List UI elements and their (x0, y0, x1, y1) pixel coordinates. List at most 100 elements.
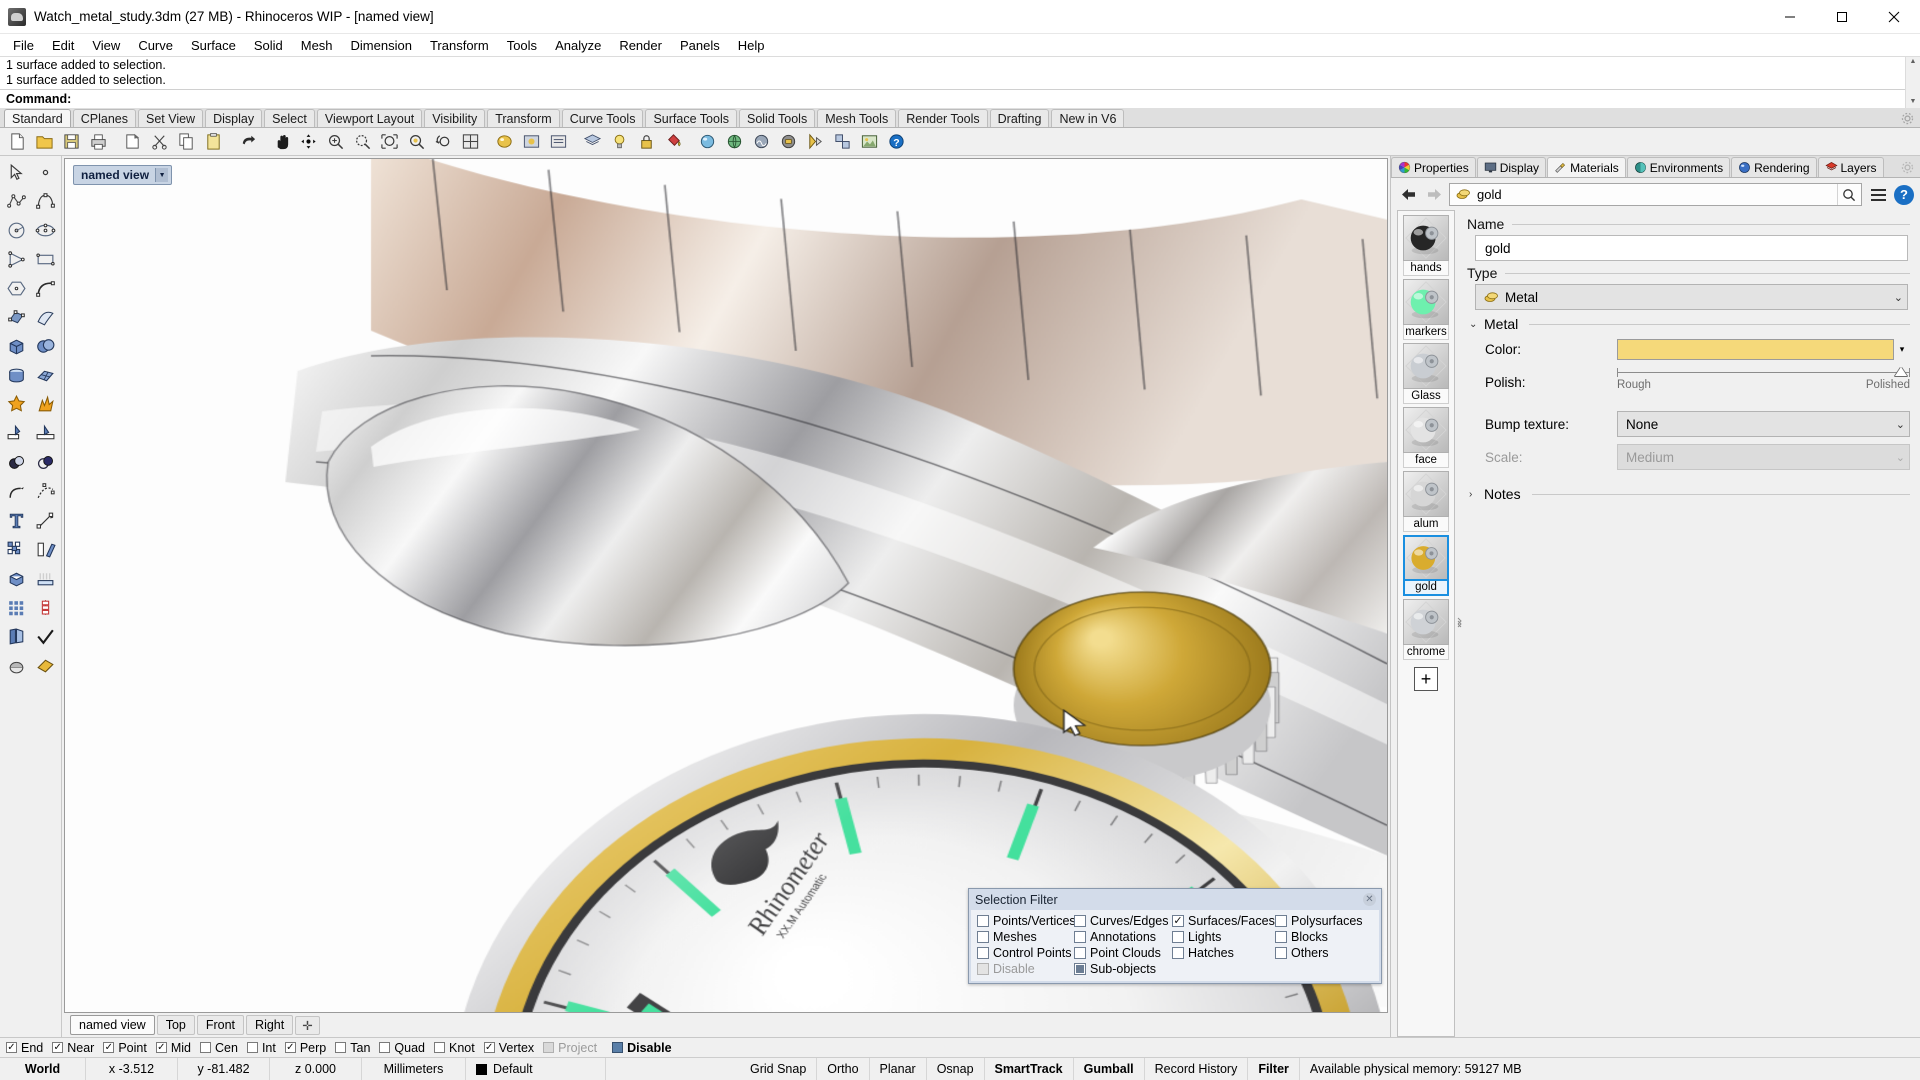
panel-splitter[interactable] (1455, 210, 1463, 1037)
osnap-point[interactable]: Point (103, 1041, 147, 1055)
gear-icon[interactable] (1901, 112, 1914, 125)
zoom-window-icon[interactable] (322, 129, 348, 155)
surface-sweep-icon[interactable] (31, 303, 60, 332)
checkbox[interactable] (977, 947, 989, 959)
viewport-canvas[interactable] (65, 159, 1387, 1012)
menu-item-transform[interactable]: Transform (421, 36, 498, 55)
chevron-right-icon[interactable]: › (1469, 489, 1479, 500)
chevron-down-icon[interactable]: ⌄ (1469, 319, 1479, 330)
light-bulb-icon[interactable] (606, 129, 632, 155)
selection-filter-header[interactable]: Selection Filter ✕ (969, 889, 1381, 910)
polyline-icon[interactable] (2, 187, 31, 216)
filter-option-blocks[interactable]: Blocks (1275, 930, 1375, 944)
boolean-difference-icon[interactable] (31, 448, 60, 477)
filter-option-lights[interactable]: Lights (1172, 930, 1275, 944)
menu-item-analyze[interactable]: Analyze (546, 36, 610, 55)
linear-array-icon[interactable] (31, 593, 60, 622)
osnap-perp[interactable]: Perp (285, 1041, 326, 1055)
metal-section-header[interactable]: ⌄ Metal (1469, 316, 1910, 332)
checkbox[interactable] (379, 1042, 390, 1053)
checkbox[interactable] (1172, 931, 1184, 943)
checkbox[interactable] (977, 915, 989, 927)
panel-tab-display[interactable]: Display (1477, 157, 1546, 177)
osnap-mid[interactable]: Mid (156, 1041, 191, 1055)
split-icon[interactable] (31, 419, 60, 448)
status-coord-x[interactable]: x -3.512 (86, 1058, 178, 1080)
checkbox[interactable] (247, 1042, 258, 1053)
explode-star-icon[interactable] (2, 390, 31, 419)
help-icon[interactable]: ? (1894, 185, 1914, 205)
toolbar-tab-drafting[interactable]: Drafting (990, 109, 1050, 127)
blast-icon[interactable] (31, 390, 60, 419)
osnap-near[interactable]: Near (52, 1041, 94, 1055)
surface-from-points-icon[interactable] (2, 303, 31, 332)
toolbar-tab-viewport-layout[interactable]: Viewport Layout (317, 109, 422, 127)
box-icon[interactable] (2, 332, 31, 361)
status-toggle-gumball[interactable]: Gumball (1074, 1058, 1145, 1080)
circle-icon[interactable] (2, 216, 31, 245)
material-thumbnail-alum[interactable]: alum (1402, 471, 1450, 532)
menu-item-tools[interactable]: Tools (498, 36, 546, 55)
cap-holes-icon[interactable] (2, 564, 31, 593)
shade-icon[interactable] (2, 651, 31, 680)
layer-icon[interactable] (579, 129, 605, 155)
hamburger-menu-icon[interactable] (1866, 184, 1890, 206)
material-thumbnail-face[interactable]: face (1402, 407, 1450, 468)
osnap-knot[interactable]: Knot (434, 1041, 475, 1055)
material-search-box[interactable]: gold (1449, 183, 1862, 206)
material-sphere-icon[interactable] (694, 129, 720, 155)
toolbar-tab-visibility[interactable]: Visibility (424, 109, 485, 127)
gear-icon[interactable] (1901, 161, 1914, 174)
toolbar-tab-set-view[interactable]: Set View (138, 109, 203, 127)
checkbox[interactable] (156, 1042, 167, 1053)
trim-icon[interactable] (2, 419, 31, 448)
checkbox[interactable] (1074, 915, 1086, 927)
filter-option-points-vertices[interactable]: Points/Vertices (977, 914, 1074, 928)
extrude-icon[interactable] (31, 564, 60, 593)
panel-tab-environments[interactable]: Environments (1627, 157, 1730, 177)
toolbar-tab-surface-tools[interactable]: Surface Tools (645, 109, 737, 127)
cylinder-icon[interactable] (2, 361, 31, 390)
material-thumbnail-chrome[interactable]: chrome (1402, 599, 1450, 660)
chevron-down-icon[interactable]: ⌄ (1896, 418, 1905, 431)
checkbox[interactable] (484, 1042, 495, 1053)
filter-option-meshes[interactable]: Meshes (977, 930, 1074, 944)
checkbox[interactable] (543, 1042, 554, 1053)
close-button[interactable] (1868, 0, 1920, 34)
osnap-int[interactable]: Int (247, 1041, 276, 1055)
close-icon[interactable]: ✕ (1363, 893, 1376, 906)
filter-option-disable[interactable]: Disable (977, 962, 1074, 976)
text-icon[interactable] (2, 506, 31, 535)
rotate-view-icon[interactable] (295, 129, 321, 155)
add-viewport-tab-button[interactable]: ✛ (295, 1016, 319, 1035)
panel-tab-materials[interactable]: Materials (1547, 157, 1626, 177)
viewport-named-view[interactable]: named view ▼ (64, 158, 1388, 1013)
texture-icon[interactable] (748, 129, 774, 155)
toolbar-tab-standard[interactable]: Standard (4, 109, 71, 127)
status-toggle-osnap[interactable]: Osnap (927, 1058, 985, 1080)
zoom-previous-icon[interactable] (430, 129, 456, 155)
checkbox[interactable] (977, 931, 989, 943)
zoom-target-icon[interactable] (403, 129, 429, 155)
status-toggle-planar[interactable]: Planar (870, 1058, 927, 1080)
pan-hand-icon[interactable] (268, 129, 294, 155)
menu-item-view[interactable]: View (83, 36, 129, 55)
decal-icon[interactable] (775, 129, 801, 155)
osnap-tan[interactable]: Tan (335, 1041, 370, 1055)
render-gold-icon[interactable] (31, 651, 60, 680)
arc-icon[interactable] (31, 274, 60, 303)
zoom-extents-icon[interactable] (376, 129, 402, 155)
point-icon[interactable] (31, 158, 60, 187)
cut-scissors-icon[interactable] (146, 129, 172, 155)
scroll-down-arrow[interactable]: ▼ (1906, 97, 1920, 108)
checkbox[interactable] (612, 1042, 623, 1053)
status-cplane[interactable]: World (0, 1058, 86, 1080)
osnap-cen[interactable]: Cen (200, 1041, 238, 1055)
material-thumbnail-hands[interactable]: hands (1402, 215, 1450, 276)
toolbar-tab-solid-tools[interactable]: Solid Tools (739, 109, 815, 127)
render-preview-icon[interactable] (518, 129, 544, 155)
chevron-down-icon[interactable]: ▼ (155, 168, 168, 182)
panel-tab-rendering[interactable]: Rendering (1731, 157, 1816, 177)
unroll-surface-icon[interactable] (2, 622, 31, 651)
menu-item-panels[interactable]: Panels (671, 36, 729, 55)
